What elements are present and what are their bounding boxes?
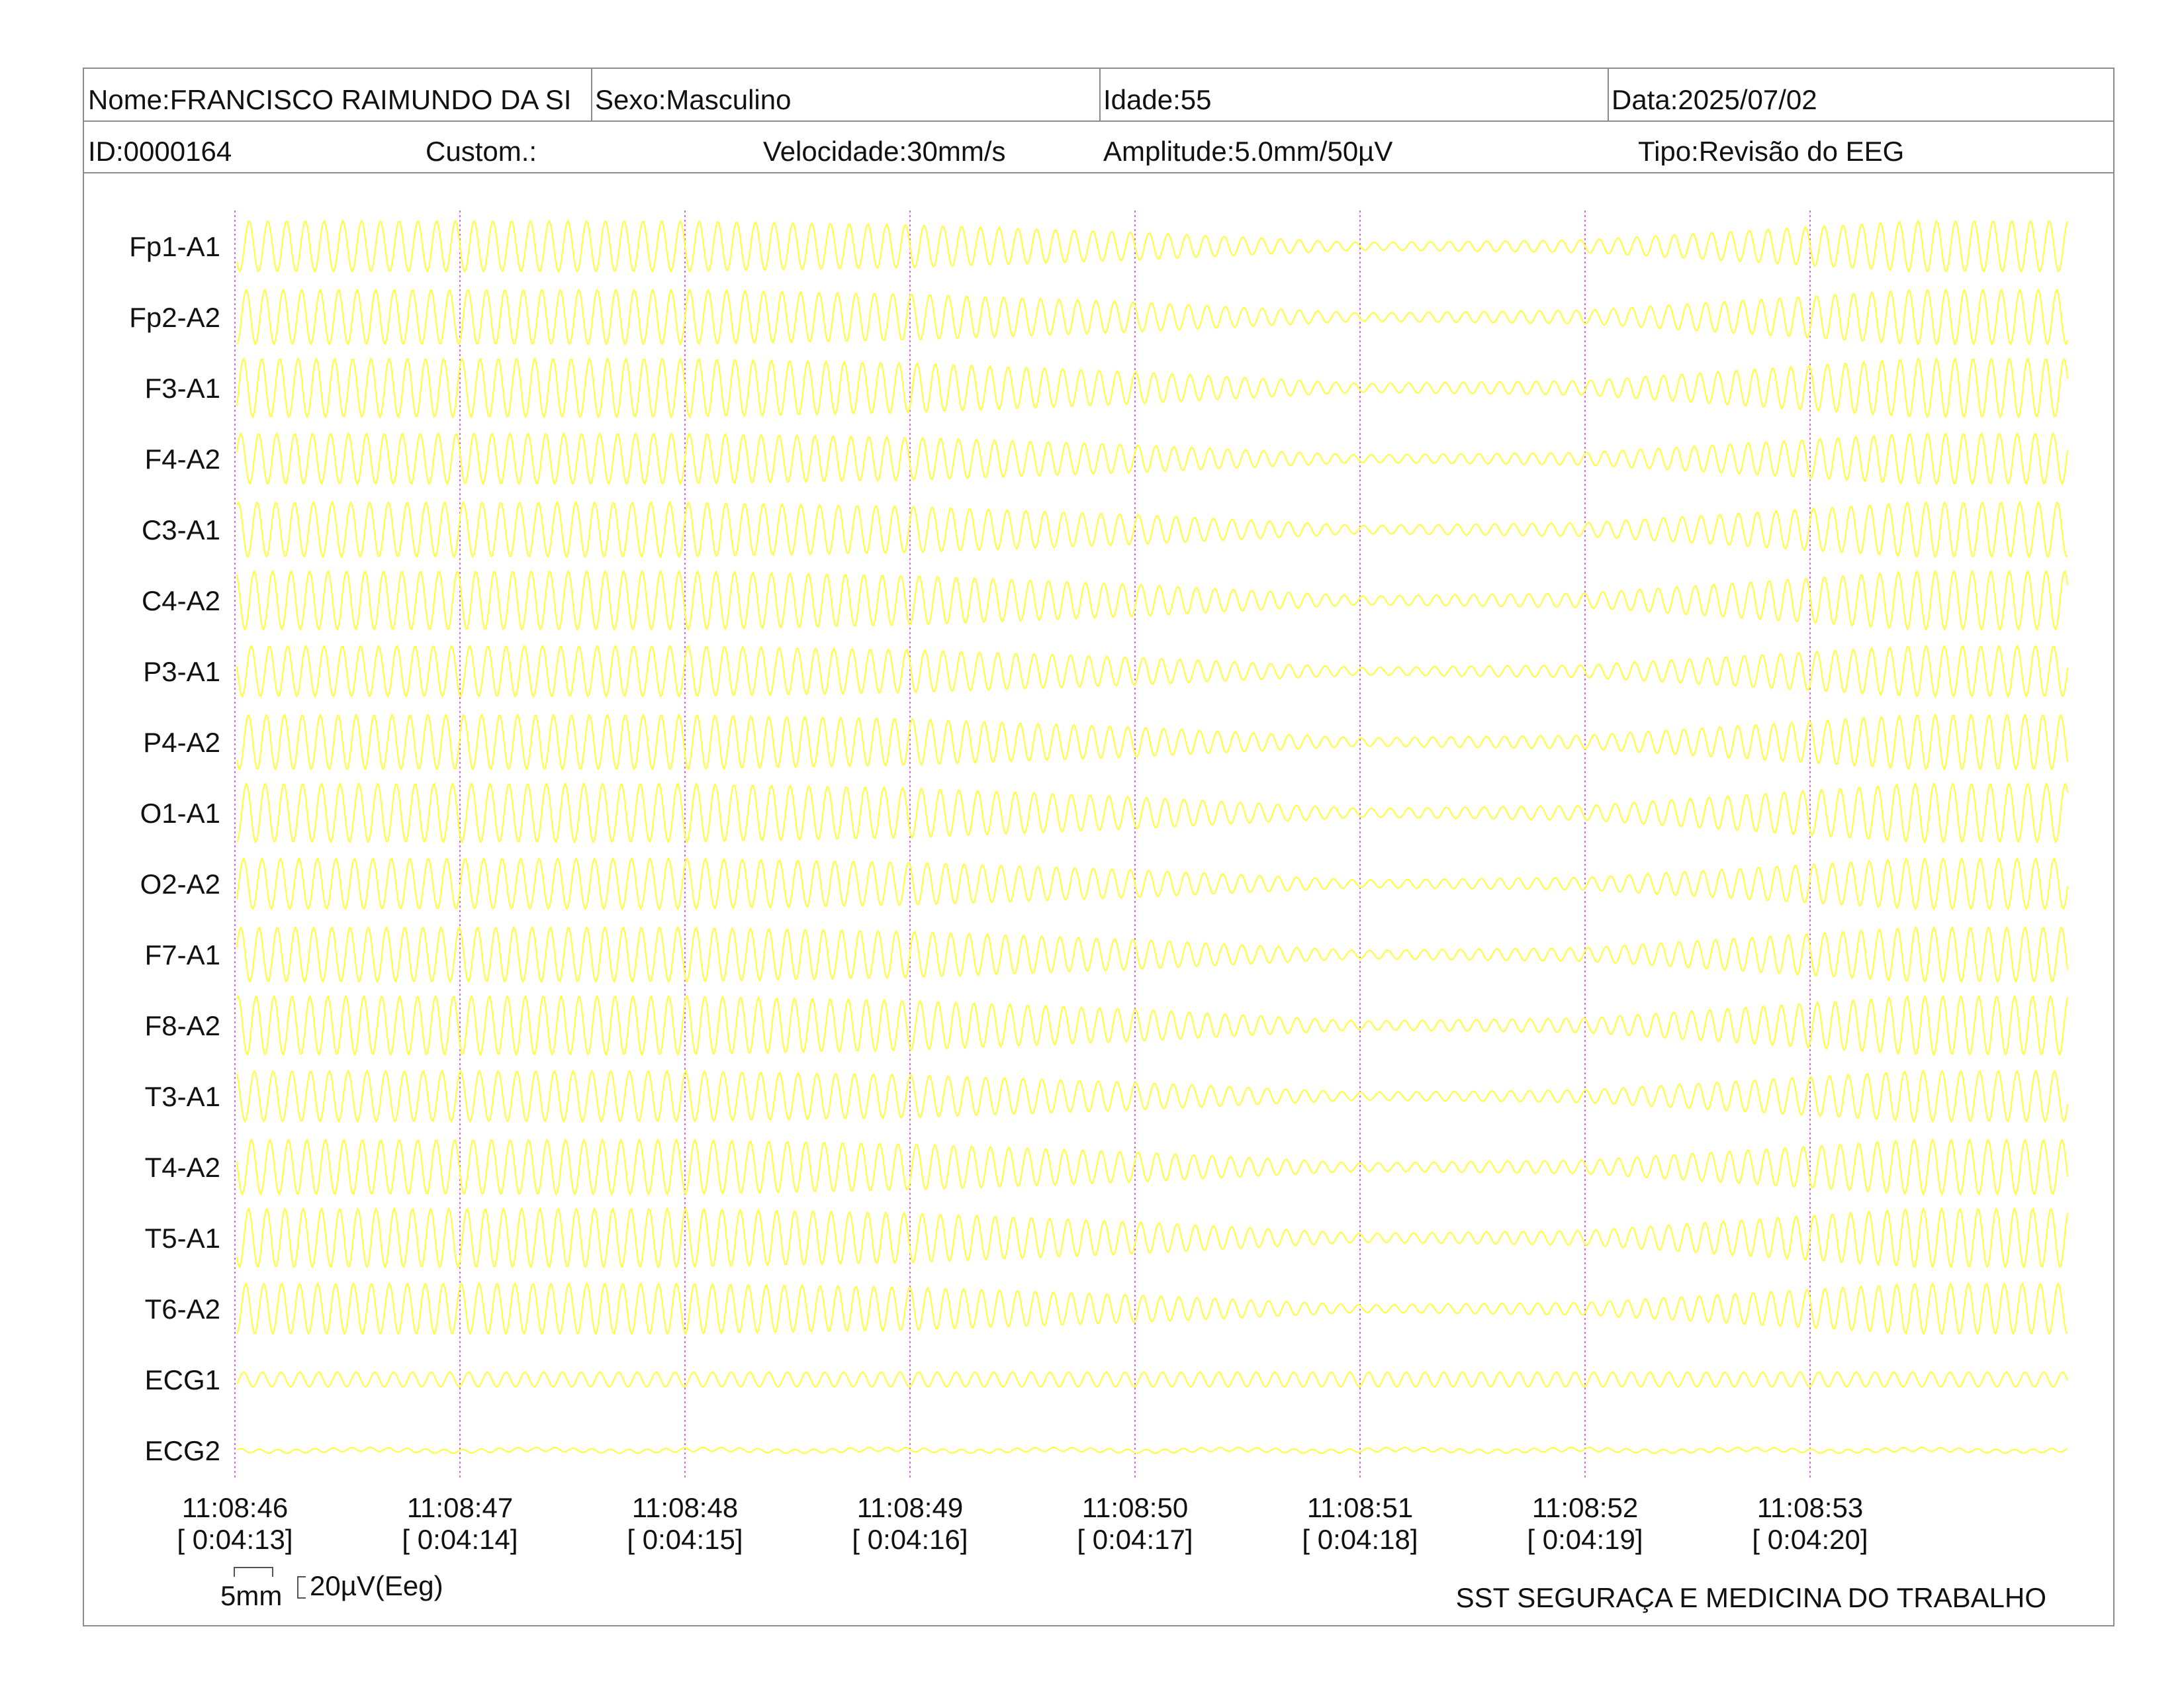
time-tick-clock: 11:08:50 — [1082, 1492, 1188, 1523]
eeg-trace-fp2-a2 — [236, 288, 2068, 346]
lead-label: T3-A1 — [145, 1081, 220, 1112]
eeg-trace-p3-a1 — [236, 644, 2068, 698]
lead-label: C4-A2 — [142, 585, 220, 616]
time-tick-elapsed: [ 0:04:19] — [1527, 1524, 1643, 1555]
time-tick-elapsed: [ 0:04:17] — [1077, 1524, 1193, 1555]
eeg-trace-t4-a2 — [236, 1138, 2068, 1196]
time-scale-label: 5mm — [220, 1580, 282, 1611]
time-tick-elapsed: [ 0:04:18] — [1302, 1524, 1418, 1555]
lead-label: O1-A1 — [140, 798, 220, 829]
eeg-trace-t6-a2 — [236, 1282, 2068, 1336]
amplitude-scale-bracket — [297, 1576, 306, 1599]
lead-label: ECG2 — [145, 1435, 220, 1466]
time-tick-clock: 11:08:49 — [857, 1492, 963, 1523]
time-tick-elapsed: [ 0:04:16] — [852, 1524, 968, 1555]
eeg-trace-f7-a1 — [236, 925, 2068, 984]
time-tick-elapsed: [ 0:04:20] — [1752, 1524, 1868, 1555]
lead-label: F7-A1 — [145, 939, 220, 970]
lead-label-layer: Fp1-A1 Fp2-A2 F3-A1 F4-A2 C3-A1 C4-A2 P3-A1 P4-… — [129, 231, 220, 1466]
eeg-trace-p4-a2 — [236, 713, 2068, 771]
eeg-trace-f8-a2 — [236, 994, 2068, 1056]
eeg-trace-o2-a2 — [236, 857, 2068, 911]
time-marker-layer — [234, 211, 1811, 1479]
time-tick-elapsed: [ 0:04:13] — [177, 1524, 293, 1555]
eeg-trace-ecg2 — [236, 1446, 2068, 1454]
eeg-trace-o1-a1 — [236, 782, 2068, 844]
lead-label: Fp1-A1 — [129, 231, 220, 262]
eeg-trace-c4-a2 — [236, 569, 2068, 632]
lead-label: F3-A1 — [145, 373, 220, 404]
lead-label: P4-A2 — [143, 727, 220, 758]
time-tick-clock: 11:08:53 — [1757, 1492, 1863, 1523]
lead-label: Fp2-A2 — [129, 302, 220, 333]
lead-label: C3-A1 — [142, 514, 220, 545]
lead-label: T5-A1 — [145, 1223, 220, 1254]
eeg-trace-t5-a1 — [236, 1207, 2068, 1269]
lead-label: T4-A2 — [145, 1152, 220, 1183]
time-tick-clock: 11:08:48 — [632, 1492, 738, 1523]
lead-label: O2-A2 — [140, 868, 220, 900]
trace-layer — [236, 219, 2068, 1454]
time-tick-layer: 11:08:46[ 0:04:13] 11:08:47[ 0:04:14] 11:0… — [177, 1492, 1868, 1555]
eeg-trace-t3-a1 — [236, 1069, 2068, 1123]
time-tick-clock: 11:08:51 — [1307, 1492, 1413, 1523]
lead-label: P3-A1 — [143, 656, 220, 687]
scale-bar: 5mm 20µV(Eeg) — [220, 1567, 443, 1611]
eeg-trace-f4-a2 — [236, 432, 2068, 486]
lead-label: ECG1 — [145, 1364, 220, 1395]
eeg-trace-c3-a1 — [236, 500, 2068, 559]
time-tick-elapsed: [ 0:04:14] — [402, 1524, 518, 1555]
lead-label: F8-A2 — [145, 1010, 220, 1041]
eeg-trace-fp1-a1 — [236, 219, 2068, 273]
time-tick-clock: 11:08:46 — [182, 1492, 288, 1523]
time-scale-bracket — [234, 1567, 273, 1577]
time-tick-elapsed: [ 0:04:15] — [627, 1524, 743, 1555]
eeg-trace-f3-a1 — [236, 357, 2068, 419]
lead-label: F4-A2 — [145, 444, 220, 475]
time-tick-clock: 11:08:47 — [407, 1492, 513, 1523]
eeg-trace-ecg1 — [236, 1371, 2068, 1388]
time-tick-clock: 11:08:52 — [1532, 1492, 1638, 1523]
amplitude-scale-label: 20µV(Eeg) — [310, 1570, 443, 1601]
eeg-chart: Fp1-A1 Fp2-A2 F3-A1 F4-A2 C3-A1 C4-A2 P3-A1 P4-… — [129, 211, 2068, 1613]
company-name: SST SEGURAÇA E MEDICINA DO TRABALHO — [1456, 1582, 2046, 1613]
lead-label: T6-A2 — [145, 1293, 220, 1325]
